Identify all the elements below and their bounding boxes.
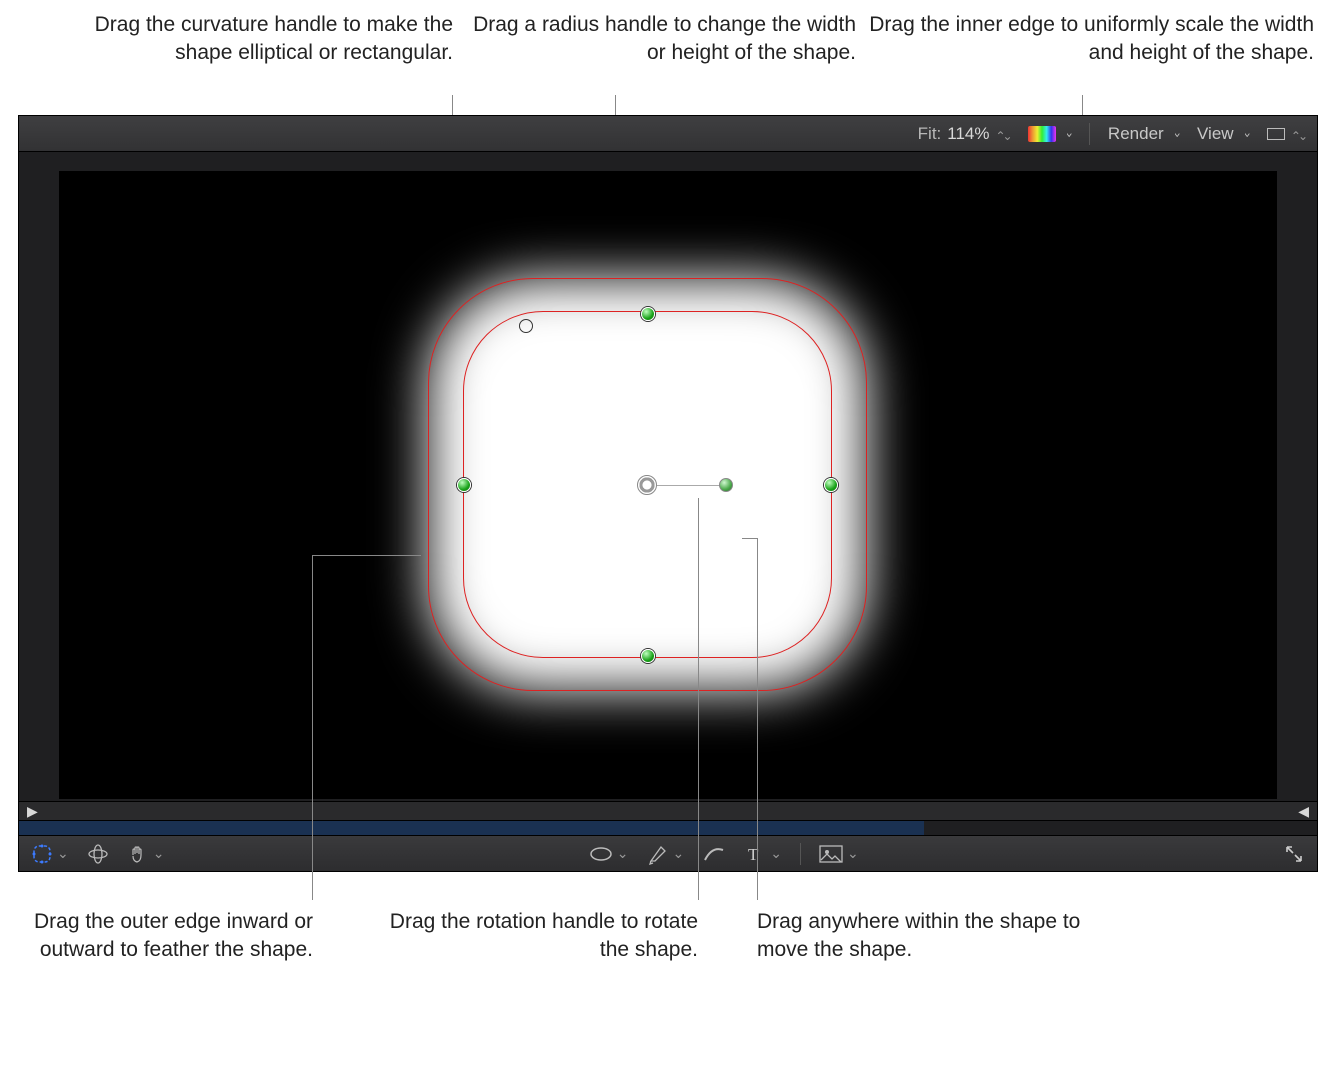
pen-tool[interactable]: [647, 843, 685, 865]
timeline-ruler[interactable]: ▶ ◀: [19, 801, 1317, 821]
lead-move-h: [742, 538, 757, 539]
radius-handle-left[interactable]: [457, 478, 471, 492]
chevron-down-icon: [669, 845, 685, 863]
radius-handle-bottom[interactable]: [641, 649, 655, 663]
playhead-out-marker[interactable]: ◀: [1298, 803, 1309, 820]
lead-outer-v: [312, 555, 313, 900]
ellipse-mask-tool[interactable]: [589, 845, 629, 863]
fit-label: Fit:: [918, 124, 942, 144]
toolbar-divider: [1089, 123, 1090, 145]
rectangle-icon: [1267, 128, 1285, 140]
rotation-line: [657, 485, 721, 486]
stepper-icon: [995, 124, 1009, 144]
radius-handle-right[interactable]: [824, 478, 838, 492]
stepper-icon: [1291, 124, 1305, 144]
chevron-down-icon: [1170, 124, 1179, 144]
render-label: Render: [1108, 124, 1164, 144]
paint-stroke-tool[interactable]: [702, 844, 726, 864]
shape-tool[interactable]: [31, 843, 69, 865]
timeline-range[interactable]: [19, 821, 924, 835]
top-toolbar: Fit: 114% Render View: [19, 116, 1317, 152]
canvas[interactable]: [59, 171, 1277, 799]
chevron-down-icon: [766, 845, 782, 863]
color-spectrum-icon: [1028, 126, 1056, 142]
center-handle[interactable]: [637, 475, 657, 495]
callout-inner-edge: Drag the inner edge to uniformly scale t…: [860, 11, 1314, 66]
toolbar-divider: [800, 843, 801, 865]
view-dropdown[interactable]: View: [1197, 124, 1249, 144]
chevron-down-icon: [1240, 124, 1249, 144]
callout-outer-edge: Drag the outer edge inward or outward to…: [4, 908, 313, 963]
fit-zoom-control[interactable]: Fit: 114%: [918, 124, 1010, 144]
app-window: Fit: 114% Render View: [18, 115, 1318, 872]
fit-value: 114%: [947, 124, 989, 144]
lead-outer-h: [312, 555, 421, 556]
bottom-toolbar: T: [19, 835, 1317, 871]
radius-handle-top[interactable]: [641, 307, 655, 321]
rotation-handle[interactable]: [719, 478, 733, 492]
chevron-down-icon: [1062, 124, 1071, 144]
callout-rotation: Drag the rotation handle to rotate the s…: [385, 908, 698, 963]
lead-rotation-v: [698, 498, 699, 900]
text-tool[interactable]: T: [744, 843, 782, 865]
layout-dropdown[interactable]: [1267, 124, 1305, 144]
color-channels-dropdown[interactable]: [1028, 124, 1071, 144]
lead-move-v: [757, 538, 758, 900]
playhead-in-marker[interactable]: ▶: [27, 803, 38, 820]
3d-transform-tool[interactable]: [87, 843, 109, 865]
chevron-down-icon: [53, 845, 69, 863]
pan-tool[interactable]: [127, 843, 165, 865]
chevron-down-icon: [843, 845, 859, 863]
callout-move: Drag anywhere within the shape to move t…: [757, 908, 1081, 963]
callout-radius: Drag a radius handle to change the width…: [472, 11, 856, 66]
chevron-down-icon: [613, 845, 629, 863]
view-label: View: [1197, 124, 1234, 144]
callout-curvature: Drag the curvature handle to make the sh…: [59, 11, 453, 66]
mask-tool[interactable]: [819, 845, 859, 863]
fullscreen-toggle[interactable]: [1283, 843, 1305, 865]
curvature-handle[interactable]: [519, 319, 533, 333]
chevron-down-icon: [149, 845, 165, 863]
render-dropdown[interactable]: Render: [1108, 124, 1179, 144]
